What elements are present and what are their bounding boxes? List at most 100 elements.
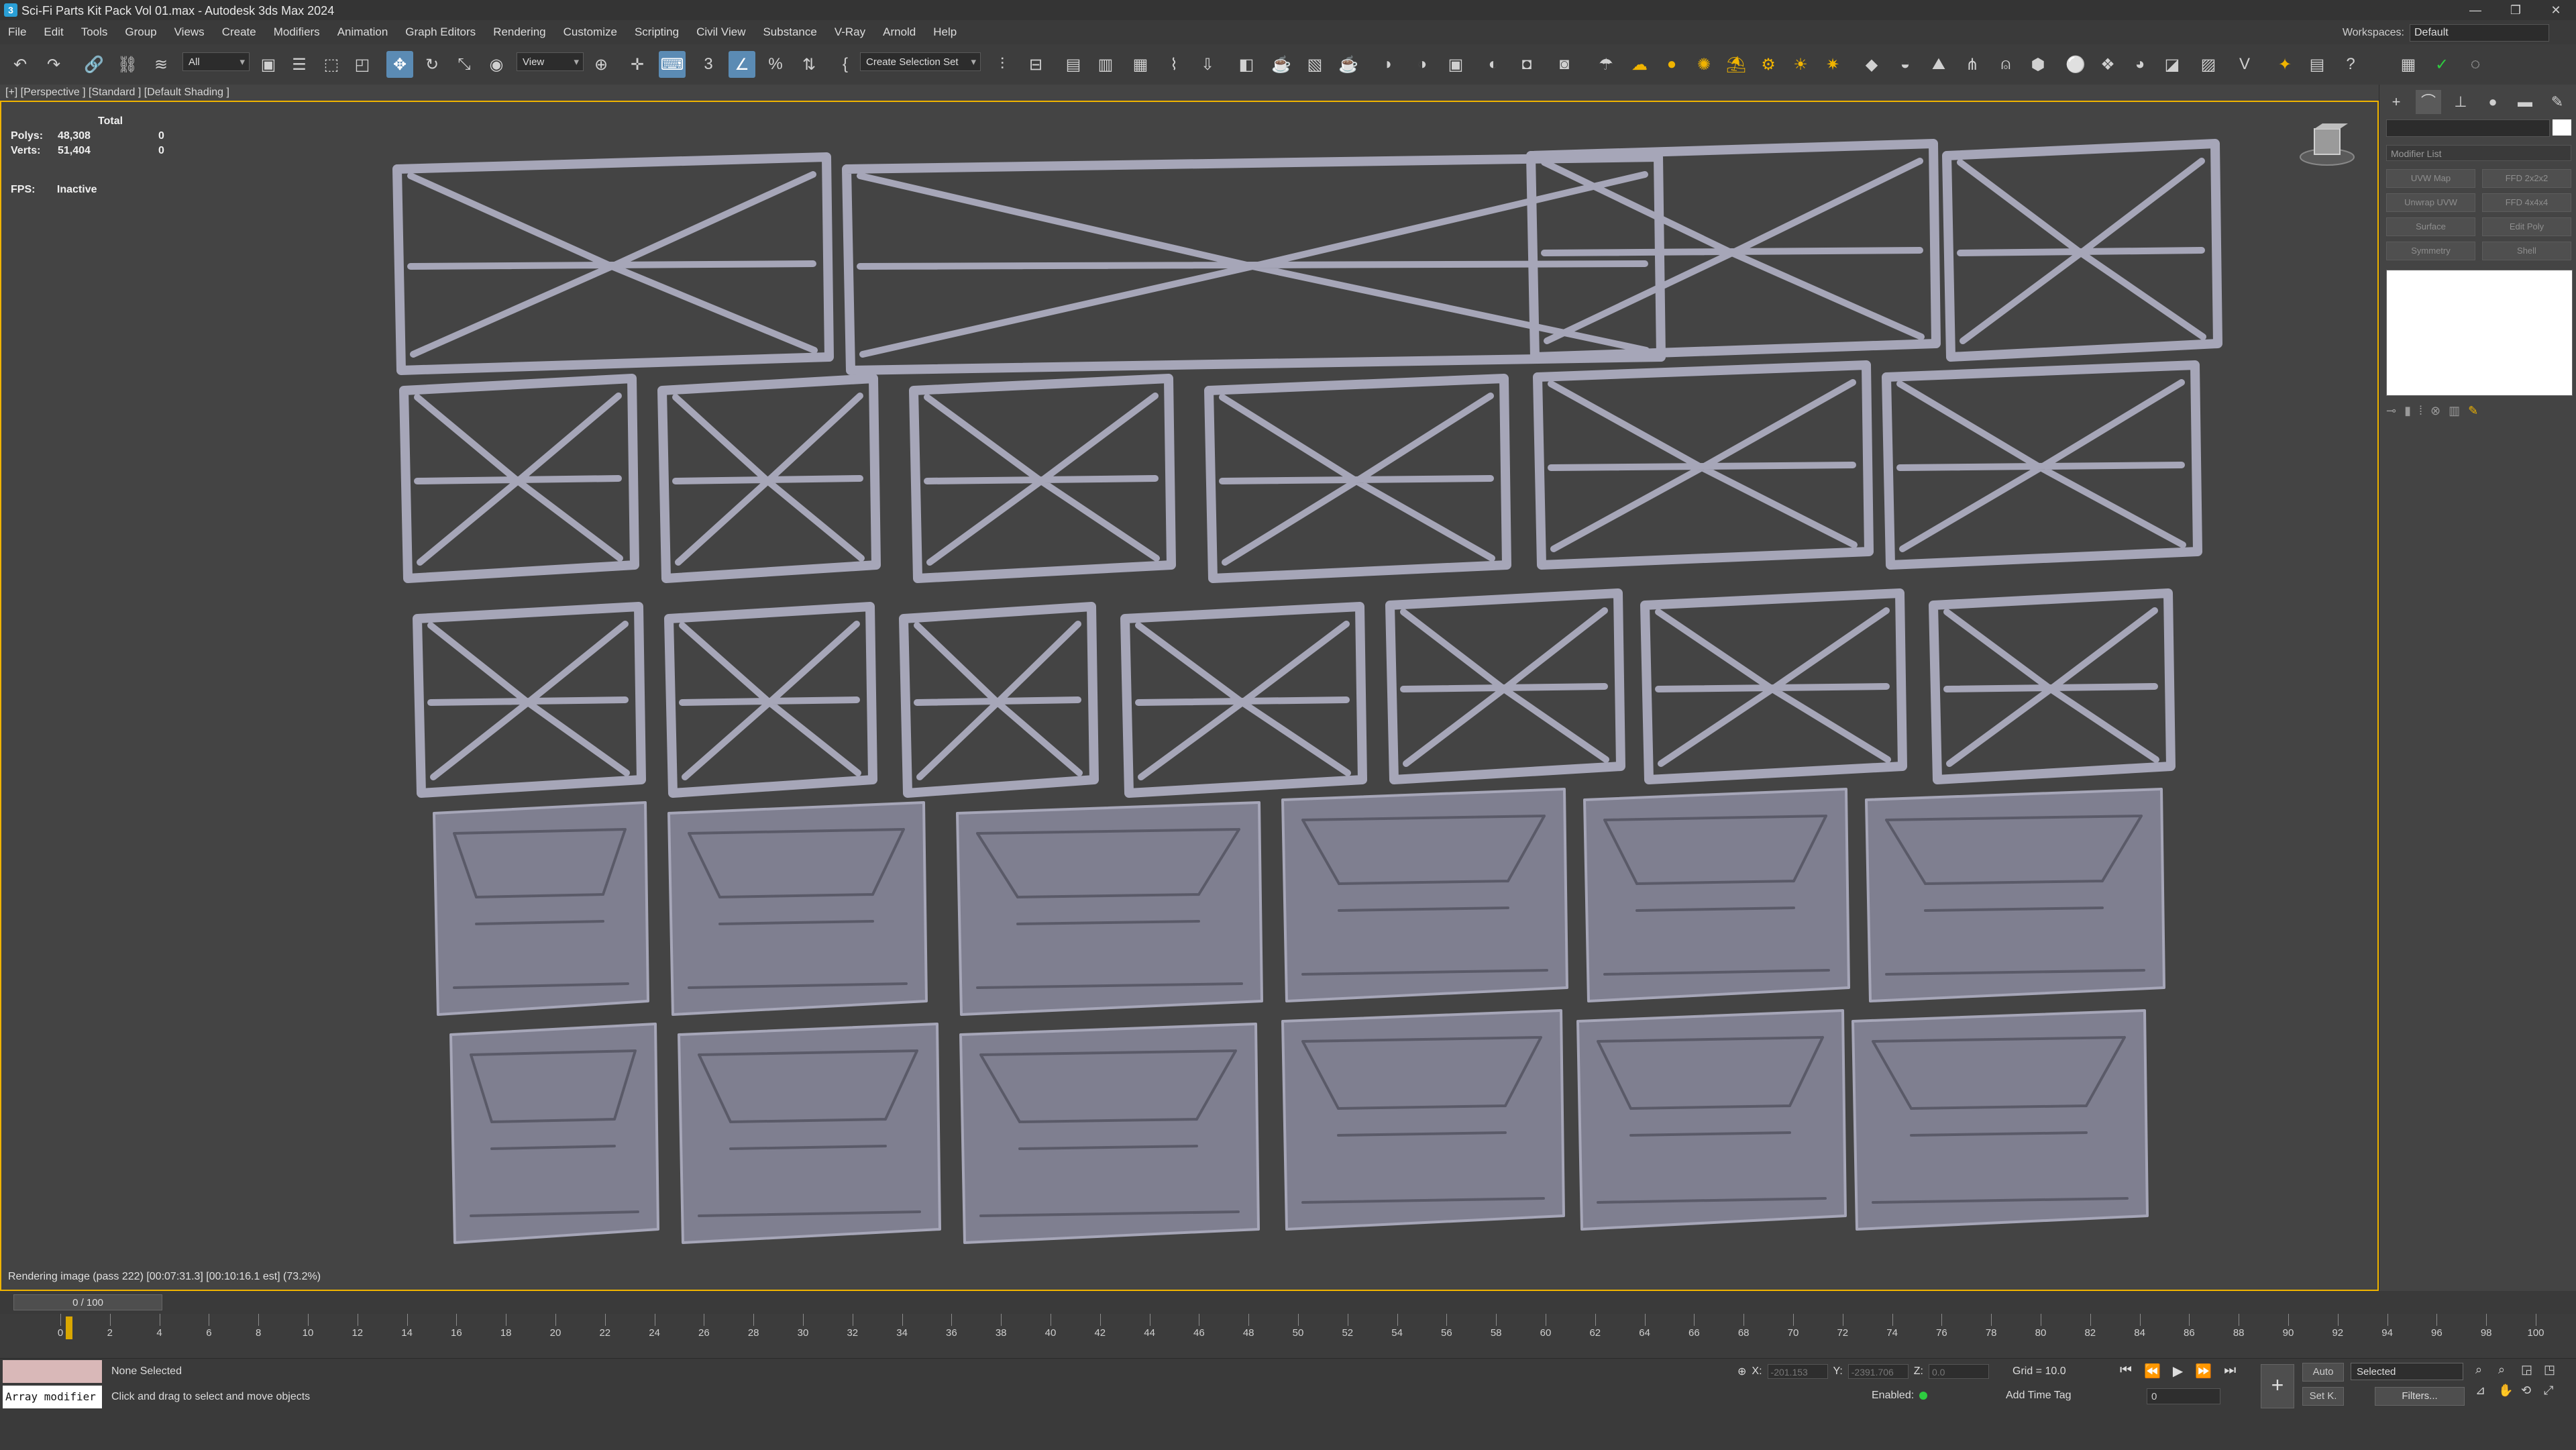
workspace-select[interactable]: Default: [2410, 24, 2549, 42]
scifi-panel[interactable]: [392, 152, 834, 375]
key-filters-button[interactable]: Filters...: [2375, 1387, 2465, 1406]
close-button[interactable]: ✕: [2536, 0, 2576, 20]
angle-snap-icon[interactable]: ∠: [729, 51, 755, 78]
menu-civil-view[interactable]: Civil View: [696, 25, 745, 39]
object-name-field[interactable]: [2386, 119, 2550, 137]
track-bar[interactable]: 0 2 4 6 8 10 12 14 16 18 20 22 24 26 28 30 32 34 36 38 40 42 4…: [0, 1314, 2576, 1358]
minimize-button[interactable]: —: [2455, 0, 2496, 20]
bind-space-warp-icon[interactable]: ≋: [148, 51, 174, 78]
vray-lister-icon[interactable]: ❖: [2094, 51, 2121, 78]
scifi-panel[interactable]: [1865, 788, 2165, 1002]
scifi-panel[interactable]: [1281, 1009, 1565, 1231]
vray-proxy-icon[interactable]: ◙: [1551, 51, 1578, 78]
unlink-icon[interactable]: ⛓: [114, 51, 141, 78]
set-key-icon[interactable]: +: [2261, 1364, 2294, 1408]
mirror-icon[interactable]: ⫶: [989, 51, 1016, 78]
scifi-panel[interactable]: [449, 1023, 659, 1244]
window-crossing-icon[interactable]: ◰: [349, 51, 376, 78]
zoom-extents-all-icon[interactable]: ◳: [2544, 1363, 2564, 1377]
modifier-button-symmetry[interactable]: Symmetry: [2386, 242, 2475, 260]
modify-tab-icon[interactable]: ⌒: [2416, 90, 2441, 114]
scifi-panel[interactable]: [678, 1023, 941, 1244]
3ds-max-icon[interactable]: 3: [4, 3, 17, 17]
scifi-panel[interactable]: [433, 801, 649, 1016]
toggle-scene-explorer-icon[interactable]: ▤: [1060, 51, 1087, 78]
render-teapot-icon[interactable]: ◗: [1375, 51, 1402, 78]
arnold-render-icon[interactable]: ✦: [2271, 51, 2298, 78]
display-tab-icon[interactable]: ▬: [2512, 90, 2538, 114]
select-and-scale-icon[interactable]: ⤡: [451, 51, 478, 78]
scifi-panel[interactable]: [1281, 788, 1568, 1002]
pan-icon[interactable]: ✋: [2498, 1384, 2518, 1398]
remove-modifier-icon[interactable]: ⊗: [2430, 404, 2440, 424]
utilities-tab-icon[interactable]: ✎: [2544, 90, 2570, 114]
key-selection-set-dropdown[interactable]: Selected: [2351, 1363, 2463, 1380]
make-unique-icon[interactable]: ⁞: [2419, 404, 2422, 424]
named-selection-set-dropdown[interactable]: Create Selection Set: [860, 52, 981, 72]
curve-editor-icon[interactable]: ⌇: [1161, 51, 1187, 78]
arnold-photometric-icon[interactable]: ⛱: [1723, 51, 1750, 78]
play-icon[interactable]: ▶: [2173, 1363, 2183, 1380]
vray-light-icon[interactable]: ◐: [1480, 51, 1507, 78]
menu-tools[interactable]: Tools: [81, 25, 108, 39]
scifi-panel[interactable]: [657, 374, 881, 583]
pin-stack-icon[interactable]: ⊸: [2386, 404, 2396, 424]
menu-rendering[interactable]: Rendering: [493, 25, 545, 39]
arnold-mesh-light-icon[interactable]: ⚙: [1755, 51, 1782, 78]
undo-icon[interactable]: ↶: [7, 51, 34, 78]
select-object-icon[interactable]: ▣: [255, 51, 282, 78]
scifi-panel[interactable]: [413, 602, 646, 798]
arnold-sun-icon[interactable]: ✺: [1690, 51, 1717, 78]
rendered-frame-window-icon[interactable]: ▧: [1301, 51, 1328, 78]
configure-modifier-sets-icon[interactable]: ▥: [2449, 404, 2460, 424]
time-slider[interactable]: 0 / 100: [13, 1294, 162, 1310]
perspective-viewport[interactable]: Total Polys: 48,308 0 Verts: 51,404 0 FP…: [0, 101, 2379, 1291]
select-and-rotate-icon[interactable]: ↻: [419, 51, 445, 78]
scifi-panel[interactable]: [1929, 588, 2176, 784]
vray-logo-icon[interactable]: V: [2231, 51, 2258, 78]
adaptive-degradation-icon[interactable]: [1919, 1392, 1928, 1400]
scifi-panel[interactable]: [1576, 1009, 1847, 1231]
vray-dome-icon[interactable]: ⛰: [1925, 51, 1952, 78]
vray-frame-buffer-icon[interactable]: ◕: [2127, 51, 2153, 78]
hierarchy-tab-icon[interactable]: ⊥: [2448, 90, 2473, 114]
previous-frame-icon[interactable]: ⏪: [2144, 1363, 2161, 1380]
time-cursor[interactable]: [66, 1316, 72, 1339]
motion-tab-icon[interactable]: ●: [2480, 90, 2506, 114]
vray-scene-icon[interactable]: ◆: [1858, 51, 1885, 78]
go-to-end-icon[interactable]: ⏭: [2224, 1363, 2236, 1380]
schematic-view-icon[interactable]: ⇩: [1194, 51, 1221, 78]
maxscript-listener-output[interactable]: [3, 1360, 102, 1383]
scifi-panel[interactable]: [1120, 602, 1367, 798]
cloud-icon[interactable]: ◌: [2462, 51, 2489, 78]
viewport-label[interactable]: [+] [Perspective ] [Standard ] [Default …: [0, 85, 2379, 101]
pivot-center-icon[interactable]: ⊕: [588, 51, 614, 78]
menu-group[interactable]: Group: [125, 25, 156, 39]
go-to-start-icon[interactable]: ⏮: [2120, 1363, 2132, 1380]
set-key-button[interactable]: Set K.: [2302, 1387, 2344, 1406]
menu-customize[interactable]: Customize: [564, 25, 617, 39]
orbit-icon[interactable]: ⟲: [2521, 1384, 2541, 1398]
render-frame-icon[interactable]: ▣: [1442, 51, 1469, 78]
restore-button[interactable]: ❐: [2496, 0, 2536, 20]
menu-v-ray[interactable]: V-Ray: [835, 25, 865, 39]
render-iterative-icon[interactable]: ◑: [1409, 51, 1436, 78]
menu-graph-editors[interactable]: Graph Editors: [405, 25, 476, 39]
menu-modifiers[interactable]: Modifiers: [274, 25, 320, 39]
percent-snap-icon[interactable]: %: [762, 51, 789, 78]
scifi-panel[interactable]: [1526, 139, 1941, 362]
zoom-all-icon[interactable]: ⌕: [2498, 1363, 2518, 1377]
next-frame-icon[interactable]: ⏩: [2195, 1363, 2212, 1380]
modifier-button-edit-poly[interactable]: Edit Poly: [2482, 217, 2571, 236]
edit-named-selection-icon[interactable]: {: [832, 51, 859, 78]
show-end-result-icon[interactable]: ▮: [2404, 404, 2411, 424]
select-and-place-icon[interactable]: ◉: [483, 51, 510, 78]
z-coordinate-field[interactable]: 0.0: [1928, 1364, 1989, 1379]
scifi-panel[interactable]: [1640, 588, 1907, 784]
scifi-panel[interactable]: [1204, 374, 1511, 583]
link-icon[interactable]: 🔗: [80, 51, 107, 78]
vray-vfb-icon[interactable]: ◪: [2159, 51, 2186, 78]
edit-icon[interactable]: ✎: [2468, 404, 2478, 424]
script-listener-icon[interactable]: ▤: [2304, 51, 2330, 78]
manipulate-icon[interactable]: ✛: [624, 51, 651, 78]
